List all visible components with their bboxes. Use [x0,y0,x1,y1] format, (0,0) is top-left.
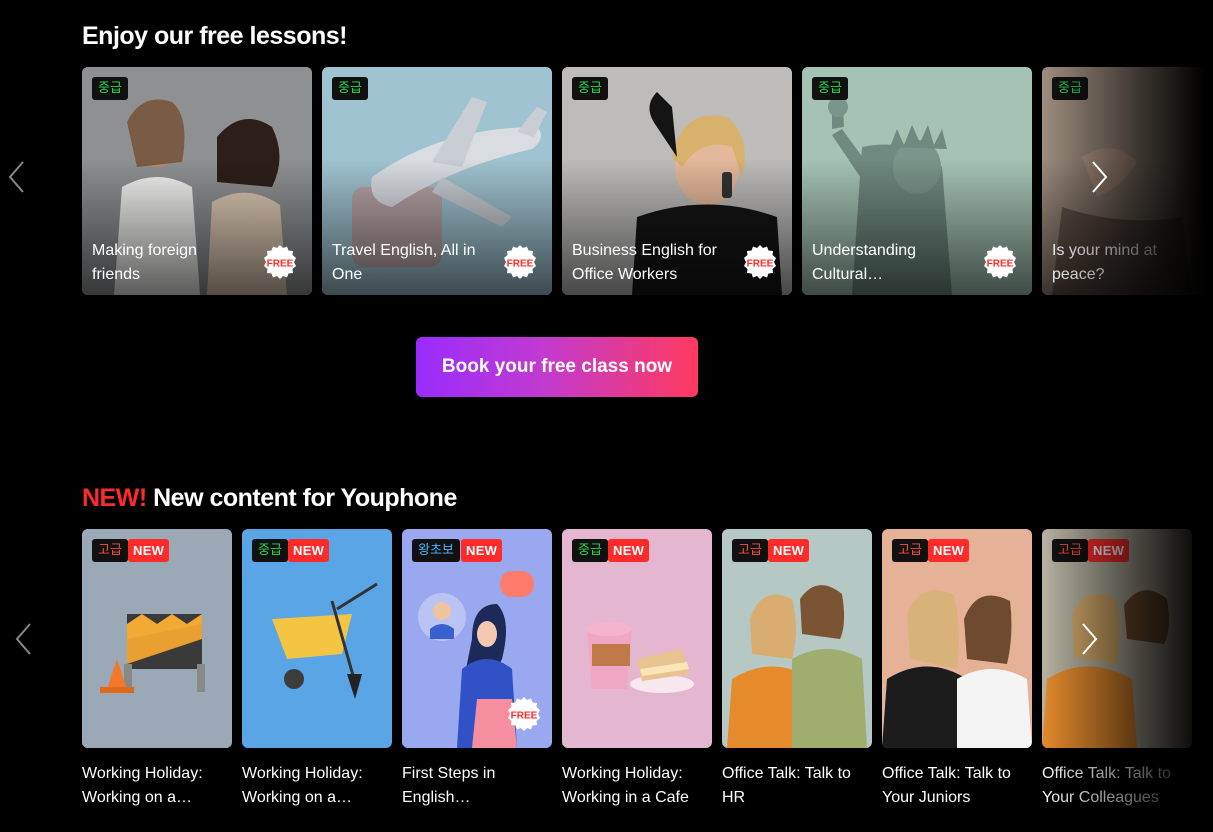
level-tag: 중급 [572,539,608,562]
chevron-left-icon[interactable] [3,157,33,197]
free-lessons-title: Enjoy our free lessons! [82,22,347,50]
new-content-card[interactable]: 중급 NEW Working Holiday: Working in a Caf… [562,529,712,810]
new-tag: NEW [928,539,970,562]
new-tag: NEW [608,539,650,562]
free-lesson-card[interactable]: 중급 Understanding Cultural… FREE [802,67,1032,295]
free-seal-label: FREE [987,259,1014,270]
new-tag: NEW [128,539,170,562]
level-tag: 중급 [252,539,288,562]
level-tag: 고급 [92,539,128,562]
free-seal-label: FREE [267,259,294,270]
free-seal-icon: FREE [504,245,536,279]
card-title: Making foreign friends [92,242,197,283]
level-tag: 중급 [332,77,368,100]
card-title: Working Holiday: Working in a Cafe [562,765,689,806]
card-title: Business English for Office Workers [572,242,717,283]
new-tag: NEW [1088,539,1130,562]
free-seal-icon: FREE [744,245,776,279]
book-free-class-button[interactable]: Book your free class now [416,337,698,397]
new-content-card[interactable]: 고급 NEW Working Holiday: Working on a… [82,529,232,810]
free-lesson-card[interactable]: 중급 Travel English, All in One FREE [322,67,552,295]
free-seal-icon: FREE [508,697,540,731]
free-lesson-card[interactable]: 중급 Making foreign friends FREE [82,67,312,295]
chevron-left-icon[interactable] [10,619,40,659]
level-tag: 고급 [892,539,928,562]
card-title: Working Holiday: Working on a… [242,765,363,806]
level-tag: 고급 [1052,539,1088,562]
new-tag: NEW [461,539,503,562]
free-seal-icon: FREE [264,245,296,279]
free-lesson-card[interactable]: 중급 Business English for Office Workers F… [562,67,792,295]
new-content-card[interactable]: 중급 NEW Working Holiday: Working on a… [242,529,392,810]
new-tag: NEW [288,539,330,562]
new-content-card[interactable]: 고급 NEW Office Talk: Talk to HR [722,529,872,810]
level-tag: 고급 [732,539,768,562]
new-content-title: NEW! New content for Youphone [82,484,457,513]
card-title: Travel English, All in One [332,242,476,283]
new-content-heading: New content for Youphone [153,484,457,512]
free-lesson-card[interactable]: 중급 Is your mind at peace? [1042,67,1213,295]
card-title: First Steps in English… [402,765,496,806]
card-title: Office Talk: Talk to HR [722,765,851,806]
chevron-right-icon[interactable] [1085,157,1115,197]
card-title: Office Talk: Talk to Your Colleagues [1042,765,1171,806]
level-tag: 중급 [1052,77,1088,100]
level-tag: 왕초보 [412,539,460,562]
free-lessons-carousel: 중급 Making foreign friends FREE 중급 Travel… [0,67,1213,295]
free-seal-label: FREE [507,259,534,270]
level-tag: 중급 [572,77,608,100]
new-content-card[interactable]: 왕초보 NEW FREE First Steps in English… [402,529,552,810]
free-seal-icon: FREE [984,245,1016,279]
card-title: Working Holiday: Working on a… [82,765,203,806]
card-title: Is your mind at peace? [1052,242,1157,283]
new-content-card[interactable]: 고급 NEW Office Talk: Talk to Your Colleag… [1042,529,1192,810]
new-accent-label: NEW! [82,484,147,512]
free-seal-label: FREE [511,711,538,722]
card-title: Understanding Cultural… [812,242,917,283]
level-tag: 중급 [812,77,848,100]
level-tag: 중급 [92,77,128,100]
free-seal-label: FREE [747,259,774,270]
card-title: Office Talk: Talk to Your Juniors [882,765,1011,806]
new-content-card[interactable]: 고급 NEW Office Talk: Talk to Your Juniors [882,529,1032,810]
new-content-carousel: 고급 NEW Working Holiday: Working on a… 중급… [0,529,1213,819]
chevron-right-icon[interactable] [1075,619,1105,659]
new-tag: NEW [768,539,810,562]
